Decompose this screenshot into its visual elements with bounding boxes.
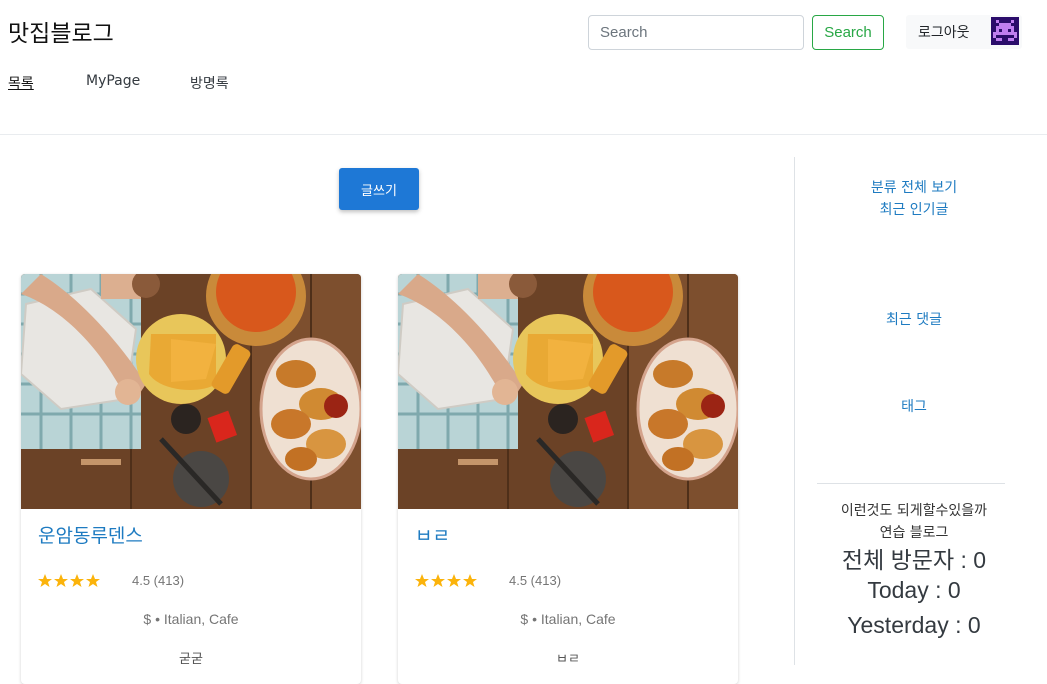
search-input[interactable] <box>588 15 804 50</box>
post-thumbnail-image[interactable] <box>21 274 361 509</box>
rating-text: 4.5 (413) <box>132 573 185 588</box>
nav-item-guestbook[interactable]: 방명록 <box>190 73 229 93</box>
rating-text: 4.5 (413) <box>509 573 562 588</box>
nav-item-mypage[interactable]: MyPage <box>86 73 140 89</box>
today-visitors: Today : 0 <box>867 577 961 603</box>
post-thumbnail-image[interactable] <box>398 274 738 509</box>
avatar[interactable] <box>991 17 1019 45</box>
yesterday-visitors: Yesterday : 0 <box>847 612 981 638</box>
search-button[interactable]: Search <box>812 15 884 50</box>
sidebar-divider <box>794 157 795 665</box>
total-visitors: 전체 방문자 : 0 <box>841 547 987 573</box>
sidebar-link-tags[interactable]: 태그 <box>815 396 1013 416</box>
sidebar-link-popular-posts[interactable]: 최근 인기글 <box>815 199 1013 219</box>
logout-button[interactable]: 로그아웃 <box>918 22 970 42</box>
post-card[interactable]: 운암동루덴스 4.5 (413) $ • Italian, Cafe 굳굳 <box>21 274 361 684</box>
sidebar-note-line2: 연습 블로그 <box>879 525 949 541</box>
star-rating-icon <box>415 574 477 587</box>
sidebar-note-line1: 이런것도 되게할수있을까 <box>840 503 988 519</box>
post-meta: $ • Italian, Cafe <box>143 611 239 627</box>
top-navbar: 맛집블로그 Search 로그아웃 목록 MyPage 방명록 <box>0 0 1047 135</box>
star-rating-icon <box>38 574 100 587</box>
user-area: 로그아웃 <box>906 15 1022 49</box>
sidebar-separator <box>817 483 1005 484</box>
site-brand[interactable]: 맛집블로그 <box>8 14 114 48</box>
sidebar-link-recent-comments[interactable]: 최근 댓글 <box>815 309 1013 329</box>
post-card[interactable]: ㅂㄹ 4.5 (413) $ • Italian, Cafe ㅂㄹ <box>398 274 738 684</box>
sidebar-link-all-categories[interactable]: 분류 전체 보기 <box>815 177 1013 197</box>
post-description: ㅂㄹ <box>556 652 580 667</box>
nav-item-list[interactable]: 목록 <box>8 73 34 93</box>
post-title[interactable]: 운암동루덴스 <box>38 521 143 548</box>
post-title[interactable]: ㅂㄹ <box>415 521 450 548</box>
write-post-button[interactable]: 글쓰기 <box>339 168 419 210</box>
post-meta: $ • Italian, Cafe <box>520 611 616 627</box>
post-description: 굳굳 <box>179 652 203 667</box>
